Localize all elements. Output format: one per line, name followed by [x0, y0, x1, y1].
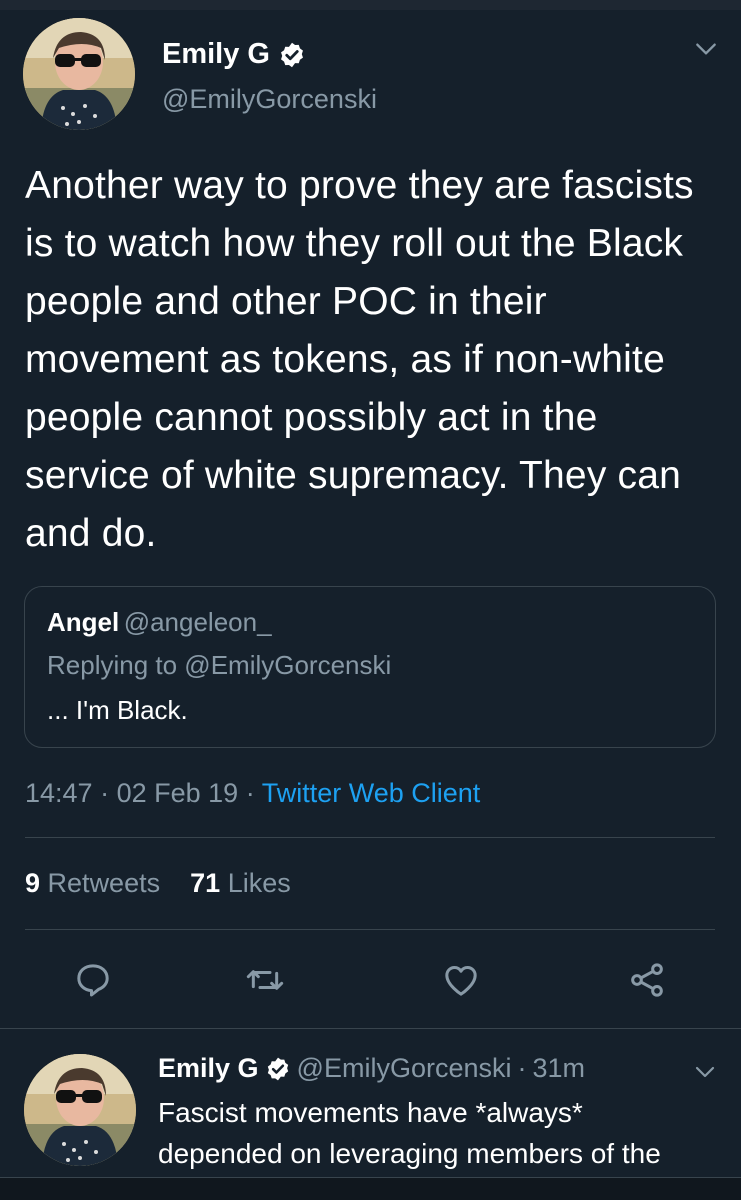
share-icon[interactable] — [627, 960, 667, 1000]
tweet-time[interactable]: 14:47 — [25, 778, 93, 808]
meta-separator: · — [245, 778, 255, 808]
likes-count: 71 — [190, 868, 221, 898]
status-bar-strip — [0, 0, 741, 10]
reply-author-name: Emily G — [158, 1053, 259, 1083]
quoted-replying-to: Replying to @EmilyGorcenski — [47, 650, 392, 680]
likes-stat[interactable]: 71 Likes — [190, 868, 291, 898]
tweet-meta: 14:47 · 02 Feb 19 · Twitter Web Client — [25, 778, 480, 809]
author-handle[interactable]: @EmilyGorcenski — [162, 84, 377, 115]
reply-text-line: depended on leveraging members of the — [158, 1138, 661, 1169]
chevron-down-icon[interactable] — [693, 36, 719, 62]
meta-separator: · — [100, 778, 110, 808]
retweets-stat[interactable]: 9 Retweets — [25, 868, 160, 898]
reply-author-handle: @EmilyGorcenski — [296, 1053, 512, 1083]
likes-label: Likes — [227, 868, 291, 898]
quoted-author-name: Angel — [47, 607, 120, 637]
tweet-client-link[interactable]: Twitter Web Client — [262, 778, 481, 808]
quoted-author-row: Angel @angeleon_ — [47, 607, 272, 638]
reply-icon[interactable] — [73, 960, 113, 1000]
navigation-bar-strip — [0, 1177, 741, 1200]
divider — [25, 837, 715, 838]
tweet-stats: 9 Retweets 71 Likes — [25, 868, 291, 899]
author-name-row[interactable]: Emily G — [162, 38, 306, 71]
chevron-down-icon[interactable] — [693, 1060, 717, 1084]
reply-age: 31m — [532, 1053, 586, 1083]
tweet-date[interactable]: 02 Feb 19 — [117, 778, 239, 808]
quoted-text: ... I'm Black. — [47, 695, 188, 725]
retweets-count: 9 — [25, 868, 41, 898]
verified-badge-icon — [281, 42, 303, 67]
reply-avatar-photo — [24, 1054, 136, 1166]
retweets-label: Retweets — [47, 868, 161, 898]
avatar-photo — [23, 18, 135, 130]
divider — [25, 929, 715, 930]
quoted-author-handle: @angeleon_ — [123, 607, 272, 637]
reply-separator: · — [517, 1053, 527, 1083]
avatar[interactable] — [23, 18, 135, 130]
heart-icon[interactable] — [441, 960, 481, 1000]
reply-avatar[interactable] — [24, 1054, 136, 1166]
reply-text-line: Fascist movements have *always* — [158, 1097, 583, 1128]
divider — [0, 1028, 741, 1029]
reply-author-row[interactable]: Emily G @EmilyGorcenski · 31m — [158, 1053, 585, 1084]
retweet-icon[interactable] — [245, 960, 285, 1000]
verified-badge-icon — [267, 1057, 288, 1080]
quoted-tweet[interactable]: Angel @angeleon_ Replying to @EmilyGorce… — [24, 586, 716, 748]
author-name: Emily G — [162, 38, 270, 70]
tweet-text: Another way to prove they are fascists i… — [25, 164, 694, 555]
